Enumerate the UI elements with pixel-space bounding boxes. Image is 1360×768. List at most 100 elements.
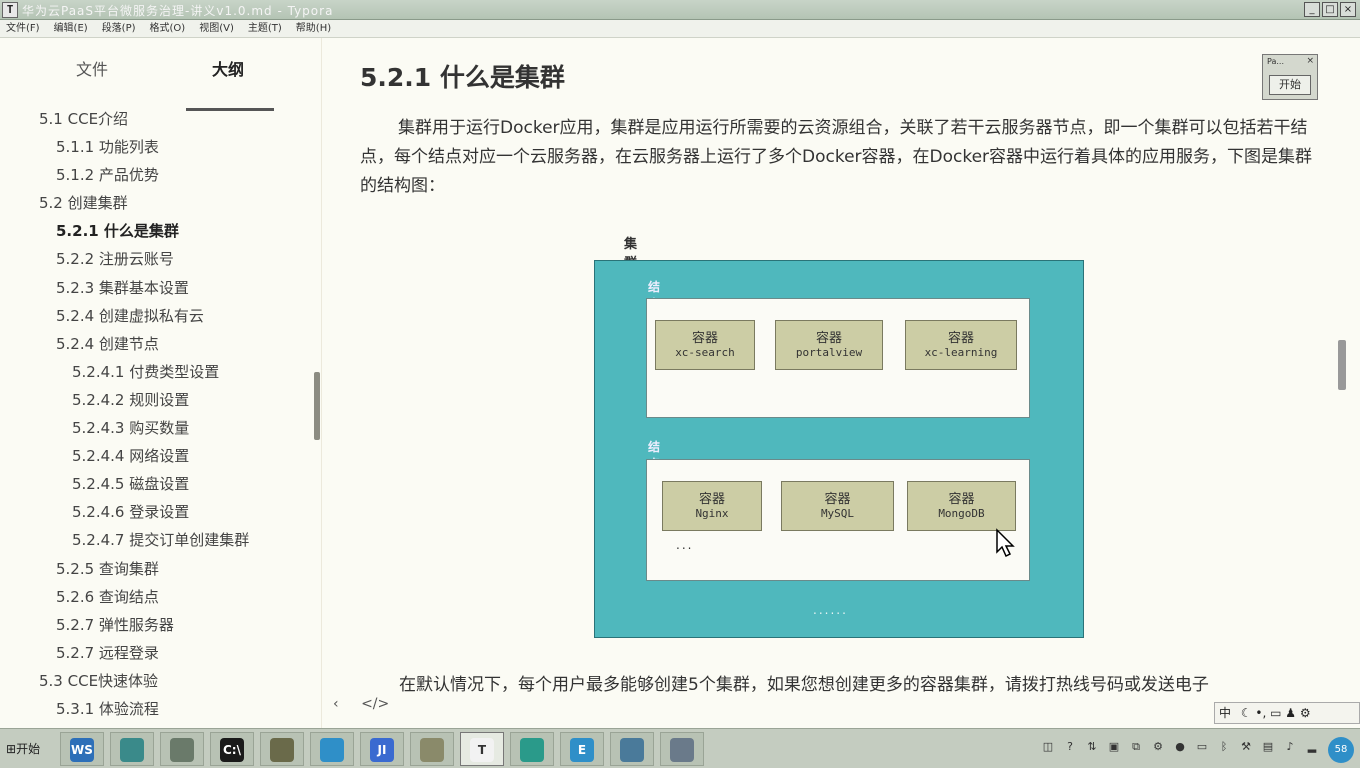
container-box: 容器 xc-search bbox=[655, 320, 755, 370]
container-box: 容器 portalview bbox=[775, 320, 883, 370]
outline-item[interactable]: 5.2.4 创建虚拟私有云 bbox=[56, 305, 204, 326]
ime-tools-icon[interactable]: ☾ •, ▭ ♟ ⚙ bbox=[1241, 706, 1311, 720]
menu-paragraph[interactable]: 段落(P) bbox=[102, 20, 136, 37]
close-button[interactable]: × bbox=[1340, 2, 1356, 17]
outline-item[interactable]: 5.2.6 查询结点 bbox=[56, 586, 159, 607]
typora-icon: T bbox=[470, 738, 494, 762]
outline-item-active[interactable]: 5.2.1 什么是集群 bbox=[56, 220, 179, 241]
sidebar-scrollbar[interactable] bbox=[314, 372, 320, 440]
tray-signal-icon[interactable]: ▂ bbox=[1304, 739, 1320, 755]
tray-window-icon[interactable]: ▣ bbox=[1106, 739, 1122, 755]
menu-format[interactable]: 格式(O) bbox=[150, 20, 186, 37]
menu-edit[interactable]: 编辑(E) bbox=[54, 20, 88, 37]
taskbar-app-button[interactable] bbox=[410, 732, 454, 766]
outline-item[interactable]: 5.2.5 查询集群 bbox=[56, 558, 159, 579]
outline-item[interactable]: 5.2.4.3 购买数量 bbox=[72, 417, 189, 438]
outline-item[interactable]: 5.2.4.5 磁盘设置 bbox=[72, 473, 189, 494]
ime-language[interactable]: 中 bbox=[1219, 706, 1231, 720]
tray-bluetooth-icon[interactable]: ᛒ bbox=[1216, 739, 1232, 755]
taskbar-app-button[interactable]: T bbox=[460, 732, 504, 766]
outline-item[interactable]: 5.2.4.1 付费类型设置 bbox=[72, 361, 219, 382]
start-recording-button[interactable]: 开始 bbox=[1269, 75, 1311, 95]
tray-help-icon[interactable]: ? bbox=[1062, 739, 1078, 755]
tray-device-icon[interactable]: ▤ bbox=[1260, 739, 1276, 755]
windows-start-icon: ⊞ bbox=[6, 742, 17, 756]
tray-copy-icon[interactable]: ⧉ bbox=[1128, 739, 1144, 755]
taskbar-app-button[interactable] bbox=[310, 732, 354, 766]
taskbar-app-button[interactable] bbox=[510, 732, 554, 766]
tray-volume-icon[interactable]: ♪ bbox=[1282, 739, 1298, 755]
ws-icon: WS bbox=[70, 738, 94, 762]
tray-settings-icon[interactable]: ⚙ bbox=[1150, 739, 1166, 755]
tab-files[interactable]: 文件 bbox=[76, 56, 108, 80]
menu-file[interactable]: 文件(F) bbox=[6, 20, 40, 37]
outline-item[interactable]: 5.2.4.4 网络设置 bbox=[72, 445, 189, 466]
sidebar: 文件 大纲 5.1 CCE介绍 5.1.1 功能列表 5.1.2 产品优势 5.… bbox=[0, 38, 322, 728]
container-box: 容器 xc-learning bbox=[905, 320, 1017, 370]
terminal-icon: C:\ bbox=[220, 738, 244, 762]
outline-item[interactable]: 5.1.2 产品优势 bbox=[56, 164, 159, 185]
editor-footer: ‹ </> bbox=[333, 696, 407, 712]
taskbar-app-button[interactable] bbox=[160, 732, 204, 766]
toggle-sidebar-icon[interactable]: ‹ bbox=[333, 696, 339, 712]
outline-item[interactable]: 5.2.2 注册云账号 bbox=[56, 248, 174, 269]
container-name: xc-learning bbox=[924, 346, 998, 359]
outline-item[interactable]: 5.1 CCE介绍 bbox=[39, 108, 128, 129]
sidebar-tabs: 文件 大纲 bbox=[0, 56, 322, 111]
outline-item[interactable]: 5.3.1 体验流程 bbox=[56, 698, 159, 719]
start-button[interactable]: ⊞开始 bbox=[2, 737, 50, 761]
window-controls: _ □ × bbox=[1304, 2, 1356, 17]
outline-item[interactable]: 5.3 CCE快速体验 bbox=[39, 670, 158, 691]
container-box: 容器 MongoDB bbox=[907, 481, 1016, 531]
outline-item[interactable]: 5.2.7 远程登录 bbox=[56, 642, 159, 663]
container-title: 容器 bbox=[815, 331, 842, 346]
taskbar-app-button[interactable]: E bbox=[560, 732, 604, 766]
source-mode-icon[interactable]: </> bbox=[361, 696, 389, 712]
typora-app-icon: T bbox=[2, 2, 18, 18]
tray-monitor-icon[interactable]: ▭ bbox=[1194, 739, 1210, 755]
outline-item[interactable]: 5.2.4.2 规则设置 bbox=[72, 389, 189, 410]
tray-arrows-icon[interactable]: ⇅ bbox=[1084, 739, 1100, 755]
editor-scrollbar[interactable] bbox=[1338, 340, 1346, 390]
taskbar-app-button[interactable] bbox=[660, 732, 704, 766]
window-title: 华为云PaaS平台微服务治理-讲义v1.0.md - Typora bbox=[22, 4, 334, 18]
taskbar: ⊞开始 WS C:\ JI T E ◫ ? ⇅ ▣ ⧉ ⚙ ● ▭ ᛒ ⚒ ▤ ♪ ▂ … bbox=[0, 728, 1360, 768]
outline-item[interactable]: 5.2.7 弹性服务器 bbox=[56, 614, 174, 635]
active-tab-indicator bbox=[186, 108, 274, 111]
window-titlebar: T 华为云PaaS平台微服务治理-讲义v1.0.md - Typora _ □ … bbox=[0, 0, 1360, 20]
outline-item[interactable]: 5.1.1 功能列表 bbox=[56, 136, 159, 157]
outline-item[interactable]: 5.2.3 集群基本设置 bbox=[56, 277, 189, 298]
tray-network-icon[interactable]: ◫ bbox=[1040, 739, 1056, 755]
outline-item[interactable]: 5.2.4 创建节点 bbox=[56, 333, 159, 354]
chrome-icon bbox=[520, 738, 544, 762]
menu-help[interactable]: 帮助(H) bbox=[296, 20, 331, 37]
ime-toolbar[interactable]: 中 ☾ •, ▭ ♟ ⚙ bbox=[1214, 702, 1360, 724]
container-title: 容器 bbox=[698, 492, 725, 507]
taskbar-app-button[interactable] bbox=[110, 732, 154, 766]
mini-window-title: Pa... bbox=[1267, 57, 1284, 66]
globe-icon bbox=[620, 738, 644, 762]
outline-item[interactable]: 5.2.4.7 提交订单创建集群 bbox=[72, 529, 249, 550]
clock-badge[interactable]: 58 bbox=[1328, 737, 1354, 763]
taskbar-app-button[interactable]: WS bbox=[60, 732, 104, 766]
outline-item[interactable]: 5.2 创建集群 bbox=[39, 192, 128, 213]
minimize-button[interactable]: _ bbox=[1304, 2, 1320, 17]
tray-tool-icon[interactable]: ⚒ bbox=[1238, 739, 1254, 755]
start-label: 开始 bbox=[16, 742, 41, 756]
container-name: xc-search bbox=[675, 346, 735, 359]
maximize-button[interactable]: □ bbox=[1322, 2, 1338, 17]
tab-outline[interactable]: 大纲 bbox=[212, 56, 244, 80]
bird-icon bbox=[120, 738, 144, 762]
tray-record-icon[interactable]: ● bbox=[1172, 739, 1188, 755]
qq-icon bbox=[320, 738, 344, 762]
taskbar-app-button[interactable]: JI bbox=[360, 732, 404, 766]
taskbar-app-button[interactable] bbox=[610, 732, 654, 766]
outline-item[interactable]: 5.2.4.6 登录设置 bbox=[72, 501, 189, 522]
taskbar-app-button[interactable]: C:\ bbox=[210, 732, 254, 766]
mini-window-close-icon[interactable]: × bbox=[1306, 56, 1314, 66]
container-name: Nginx bbox=[695, 507, 729, 520]
files-icon bbox=[420, 738, 444, 762]
menu-theme[interactable]: 主题(T) bbox=[248, 20, 282, 37]
menu-view[interactable]: 视图(V) bbox=[199, 20, 234, 37]
taskbar-app-button[interactable] bbox=[260, 732, 304, 766]
